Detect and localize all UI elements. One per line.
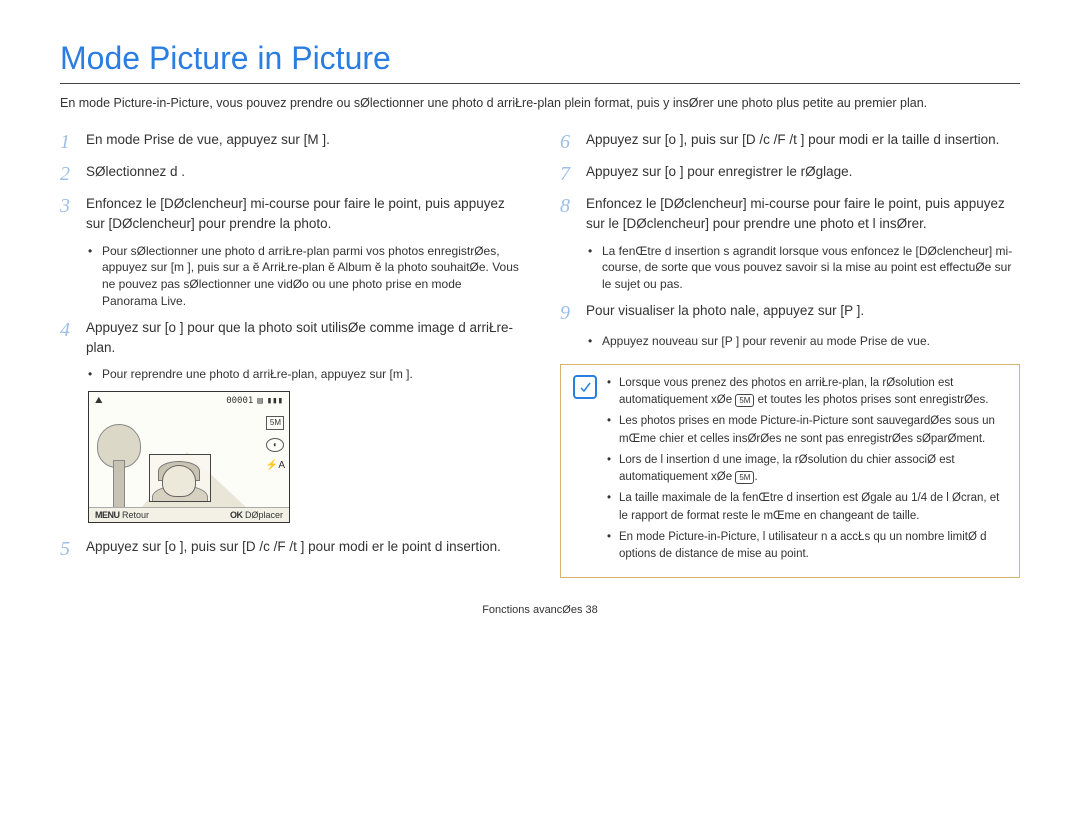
step-8-text: Enfoncez le [DØclencheur] mi-course pour… xyxy=(586,194,1020,235)
flash-auto-icon: ⚡A xyxy=(266,460,285,471)
info-item-3: Lors de l insertion d une image, la rØso… xyxy=(619,452,1007,487)
step-6-text: Appuyez sur [o ], puis sur [D /c /F /t ]… xyxy=(586,130,1020,154)
step-4-text: Appuyez sur [o ] pour que la photo soit … xyxy=(86,318,520,359)
bullet-icon: • xyxy=(607,452,613,487)
shot-counter: 00001 xyxy=(226,396,253,406)
ok-key-label: OK xyxy=(230,510,243,520)
resolution-5m-icon: 5M xyxy=(266,416,284,430)
quality-icon: ◐ xyxy=(266,438,284,452)
step-3-note: Pour sØlectionner une photo d arriŁre-pl… xyxy=(102,243,520,310)
step-9-note: Appuyez nouveau sur [P ] pour revenir au… xyxy=(602,333,930,350)
step-number-2: 2 xyxy=(60,162,76,186)
mode-icon: ⛰ xyxy=(95,396,103,406)
bullet-icon: • xyxy=(588,333,596,350)
note-icon xyxy=(573,375,597,399)
sd-card-icon: ▤ xyxy=(257,396,262,406)
step-number-1: 1 xyxy=(60,130,76,154)
step-number-7: 7 xyxy=(560,162,576,186)
step-9-text: Pour visualiser la photo nale, appuyez s… xyxy=(586,301,1020,325)
bullet-icon: • xyxy=(588,243,596,293)
step-number-8: 8 xyxy=(560,194,576,235)
step-7-text: Appuyez sur [o ] pour enregistrer le rØg… xyxy=(586,162,1020,186)
resolution-5m-inline-icon: 5M xyxy=(735,471,754,484)
insert-frame xyxy=(149,454,211,502)
step-4-note: Pour reprendre une photo d arriŁre-plan,… xyxy=(102,366,413,383)
camera-lcd-preview: ⛰ 00001 ▤ ▮▮▮ xyxy=(88,391,290,523)
step-number-6: 6 xyxy=(560,130,576,154)
step-number-5: 5 xyxy=(60,537,76,561)
menu-key-label: MENU xyxy=(95,510,120,520)
bullet-icon: • xyxy=(607,529,613,564)
face-graphic xyxy=(162,465,196,497)
step-1-text: En mode Prise de vue, appuyez sur [M ]. xyxy=(86,130,520,154)
page-title: Mode Picture in Picture xyxy=(60,40,1020,84)
info-item-1: Lorsque vous prenez des photos en arriŁr… xyxy=(619,375,1007,410)
bullet-icon: • xyxy=(88,243,96,310)
bullet-icon: • xyxy=(88,366,96,383)
bullet-icon: • xyxy=(607,413,613,448)
info-item-5: En mode Picture-in-Picture, l utilisateu… xyxy=(619,529,1007,564)
step-2-text: SØlectionnez d . xyxy=(86,162,520,186)
intro-text: En mode Picture-in-Picture, vous pouvez … xyxy=(60,94,1020,112)
step-8-note: La fenŒtre d insertion s agrandit lorsqu… xyxy=(602,243,1020,293)
resolution-5m-inline-icon: 5M xyxy=(735,394,754,407)
menu-action-label: Retour xyxy=(122,510,149,520)
info-box: • Lorsque vous prenez des photos en arri… xyxy=(560,364,1020,579)
page-footer: Fonctions avancØes 38 xyxy=(60,604,1020,616)
step-number-9: 9 xyxy=(560,301,576,325)
right-column: 6 Appuyez sur [o ], puis sur [D /c /F /t… xyxy=(560,130,1020,578)
ok-action-label: DØplacer xyxy=(245,510,283,520)
step-number-4: 4 xyxy=(60,318,76,359)
step-5-text: Appuyez sur [o ], puis sur [D /c /F /t ]… xyxy=(86,537,520,561)
battery-icon: ▮▮▮ xyxy=(267,396,283,406)
info-item-4: La taille maximale de la fenŒtre d inser… xyxy=(619,490,1007,525)
tree-trunk-graphic xyxy=(113,460,125,508)
bullet-icon: • xyxy=(607,490,613,525)
bullet-icon: • xyxy=(607,375,613,410)
left-column: 1 En mode Prise de vue, appuyez sur [M ]… xyxy=(60,130,520,578)
step-number-3: 3 xyxy=(60,194,76,235)
step-3-text: Enfoncez le [DØclencheur] mi-course pour… xyxy=(86,194,520,235)
info-item-2: Les photos prises en mode Picture-in-Pic… xyxy=(619,413,1007,448)
